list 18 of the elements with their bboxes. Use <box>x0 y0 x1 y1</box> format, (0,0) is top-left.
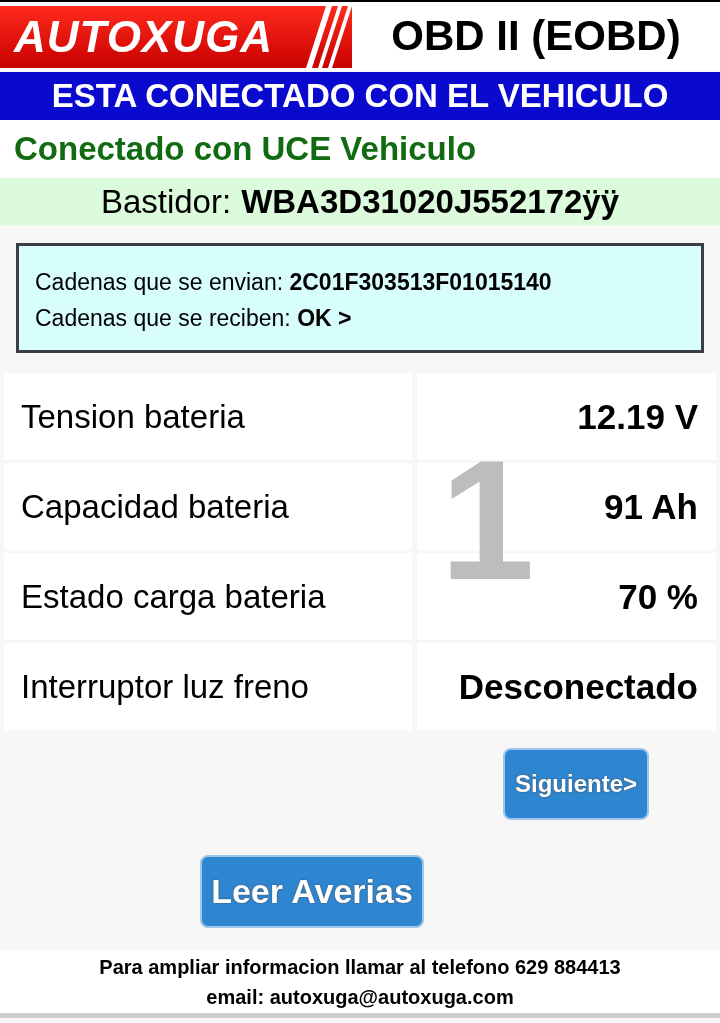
string-line: Cadenas que se envian: 2C01F303513F01015140 <box>35 268 553 297</box>
string-line: Cadenas que se reciben: OK > <box>35 304 353 333</box>
connection-banner: ESTA CONECTADO CON EL VEHICULO <box>0 72 720 120</box>
table-cell: Tension bateria <box>4 373 412 460</box>
footer-text: email: autoxuga@autoxuga.com <box>205 985 515 1010</box>
table-cell: 12.19 V <box>417 373 716 460</box>
vin-label: Bastidor: <box>100 182 232 221</box>
ecu-status: Conectado con UCE Vehiculo <box>0 120 720 178</box>
table-cell: Desconectado <box>417 643 716 730</box>
vin-value: WBA3D31020J552172ÿÿ <box>241 182 620 221</box>
table-cell: Interruptor luz freno <box>4 643 412 730</box>
app-title: OBD II (EOBD) <box>390 12 682 60</box>
read-faults-button[interactable]: Leer Averias <box>200 855 424 928</box>
next-button[interactable]: Siguiente> <box>503 748 649 820</box>
table-cell: Estado carga bateria <box>4 553 412 640</box>
logo: AUTOXUGA <box>0 6 352 68</box>
footer-text: Para ampliar informacion llamar al telefono 629 884413 <box>98 955 622 980</box>
table-cell: Capacidad bateria <box>4 463 412 550</box>
